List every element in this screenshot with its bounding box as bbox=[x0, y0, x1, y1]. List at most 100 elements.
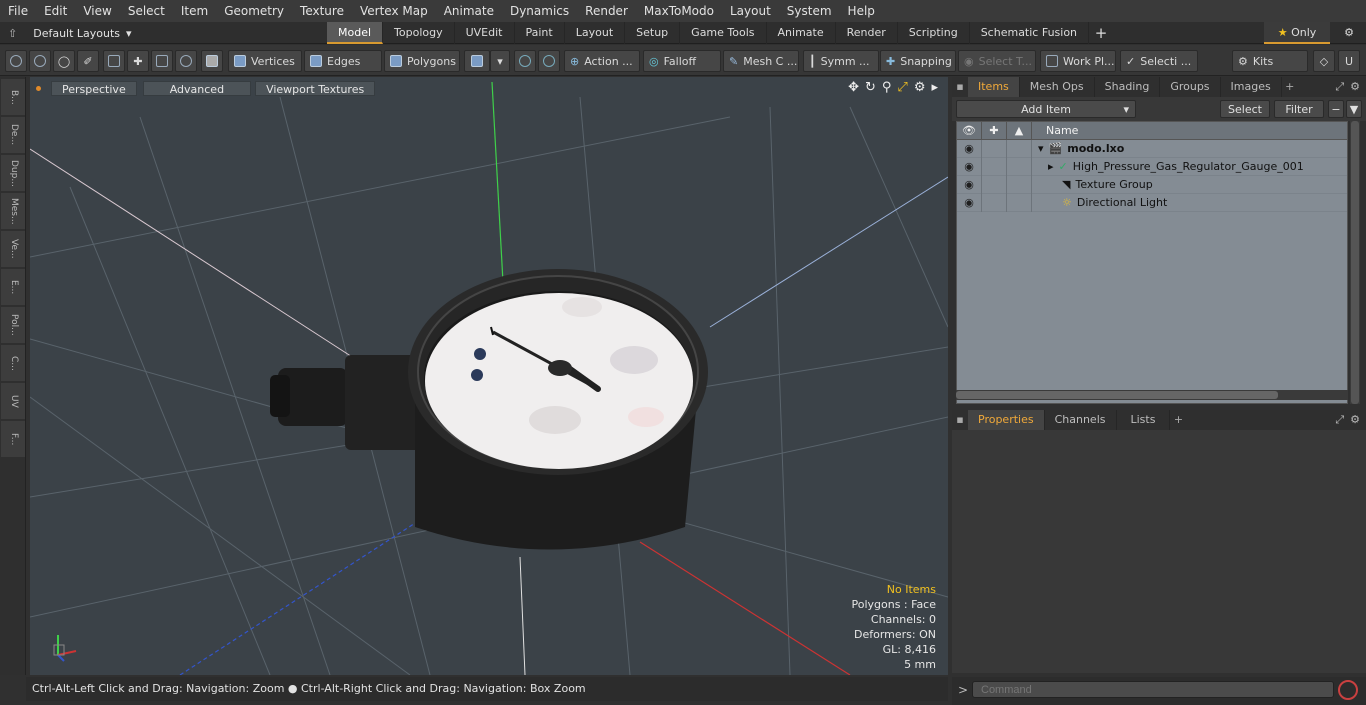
zoom-icon[interactable]: ⚲ bbox=[882, 80, 892, 95]
left-tab-uv[interactable]: UV bbox=[1, 383, 25, 419]
left-tab-fusion[interactable]: F... bbox=[1, 421, 25, 457]
tab-channels[interactable]: Channels bbox=[1045, 410, 1117, 430]
tab-topology[interactable]: Topology bbox=[383, 22, 455, 44]
menu-animate[interactable]: Animate bbox=[436, 4, 502, 18]
tab-setup[interactable]: Setup bbox=[625, 22, 681, 44]
tab-lists[interactable]: Lists bbox=[1117, 410, 1171, 430]
fit-icon[interactable]: ⤢ bbox=[897, 80, 907, 95]
select-through-button[interactable]: ◉ Select T... bbox=[958, 50, 1036, 72]
tree-item[interactable]: ◥ Texture Group bbox=[1032, 178, 1153, 191]
pen-button[interactable]: ◯ bbox=[53, 50, 75, 72]
collapsed-triangle-icon[interactable]: ▸ bbox=[1048, 160, 1054, 173]
menu-edit[interactable]: Edit bbox=[36, 4, 75, 18]
unity-button[interactable]: ◇ bbox=[1313, 50, 1335, 72]
falloff-button[interactable]: ◎ Falloff bbox=[643, 50, 721, 72]
filter-button[interactable]: Filter bbox=[1274, 100, 1324, 118]
tree-item[interactable]: ☼ Directional Light bbox=[1032, 196, 1167, 209]
only-toggle[interactable]: ★ Only bbox=[1264, 22, 1330, 44]
type-column-icon[interactable]: ▲ bbox=[1007, 121, 1032, 140]
tab-images[interactable]: Images bbox=[1221, 77, 1282, 97]
polygons-button[interactable]: Polygons bbox=[384, 50, 460, 72]
tab-groups[interactable]: Groups bbox=[1160, 77, 1221, 97]
tree-item[interactable]: ▸ ✓ High_Pressure_Gas_Regulator_Gauge_00… bbox=[1032, 160, 1304, 173]
vertices-button[interactable]: Vertices bbox=[228, 50, 302, 72]
unreal-button[interactable]: U bbox=[1338, 50, 1360, 72]
tree-row[interactable]: ◉ ◥ Texture Group bbox=[957, 175, 1347, 194]
tree-row[interactable]: ◉ ▾ 🎬 modo.lxo bbox=[957, 139, 1347, 158]
select-button[interactable]: Select bbox=[1220, 100, 1270, 118]
selection-sets-button[interactable]: ✓ Selecti ... bbox=[1120, 50, 1198, 72]
expand-icon[interactable]: ⤢ bbox=[1335, 80, 1344, 94]
left-tab-edge[interactable]: E... bbox=[1, 269, 25, 305]
select-circle-button[interactable] bbox=[5, 50, 27, 72]
left-tab-polygon[interactable]: Pol... bbox=[1, 307, 25, 343]
add-tab-button[interactable]: + bbox=[1089, 22, 1113, 44]
tree-item[interactable]: ▾ 🎬 modo.lxo bbox=[1032, 142, 1124, 155]
globe-button[interactable] bbox=[29, 50, 51, 72]
tree-vertical-scrollbar[interactable] bbox=[1350, 121, 1360, 404]
rotate-icon[interactable]: ↻ bbox=[865, 80, 876, 95]
record-icon[interactable] bbox=[1338, 680, 1358, 700]
tree-row[interactable]: ◉ ▸ ✓ High_Pressure_Gas_Regulator_Gauge_… bbox=[957, 157, 1347, 176]
tree-horizontal-scrollbar[interactable] bbox=[956, 390, 1348, 400]
left-tab-curve[interactable]: C... bbox=[1, 345, 25, 381]
layouts-dropdown[interactable]: ⇧ Default Layouts ▾ bbox=[8, 24, 132, 42]
visibility-column-icon[interactable]: 👁 bbox=[957, 121, 982, 140]
menu-system[interactable]: System bbox=[779, 4, 840, 18]
scroll-thumb[interactable] bbox=[1351, 121, 1359, 404]
viewport-gear-icon[interactable]: ⚙ bbox=[914, 80, 926, 95]
menu-view[interactable]: View bbox=[75, 4, 119, 18]
panel-gear-icon[interactable]: ⚙ bbox=[1350, 80, 1360, 94]
3d-viewport[interactable]: Perspective Advanced Viewport Textures ✥… bbox=[30, 77, 948, 675]
tab-mesh-ops[interactable]: Mesh Ops bbox=[1020, 77, 1095, 97]
eye-icon[interactable]: ◉ bbox=[957, 193, 982, 212]
perspective-button[interactable]: Perspective bbox=[51, 80, 137, 96]
collapse-button[interactable]: − bbox=[1328, 100, 1344, 118]
pan-icon[interactable]: ✥ bbox=[848, 80, 859, 95]
tab-shading[interactable]: Shading bbox=[1095, 77, 1161, 97]
viewport-more-icon[interactable]: ▸ bbox=[931, 80, 938, 95]
item-mode-button[interactable] bbox=[201, 50, 223, 72]
left-tab-duplicate[interactable]: Dup... bbox=[1, 155, 25, 191]
action-center-button[interactable]: ⊕ Action ... bbox=[564, 50, 640, 72]
tab-model[interactable]: Model bbox=[327, 22, 384, 44]
brush-button[interactable]: ✐ bbox=[77, 50, 99, 72]
sym-a-button[interactable] bbox=[514, 50, 536, 72]
eye-icon[interactable]: ◉ bbox=[957, 139, 982, 158]
eye-icon[interactable]: ◉ bbox=[957, 157, 982, 176]
menu-item[interactable]: Item bbox=[173, 4, 216, 18]
add-panel-tab-button[interactable]: + bbox=[1170, 410, 1186, 430]
menu-render[interactable]: Render bbox=[577, 4, 636, 18]
left-tab-deform[interactable]: De... bbox=[1, 117, 25, 153]
command-input[interactable] bbox=[972, 681, 1334, 698]
material-button[interactable] bbox=[464, 50, 490, 72]
tab-render[interactable]: Render bbox=[836, 22, 898, 44]
expanded-triangle-icon[interactable]: ▾ bbox=[1038, 142, 1044, 155]
tab-schematic-fusion[interactable]: Schematic Fusion bbox=[970, 22, 1090, 44]
left-tab-vertex[interactable]: Ve... bbox=[1, 231, 25, 267]
eye-icon[interactable]: ◉ bbox=[957, 175, 982, 194]
menu-geometry[interactable]: Geometry bbox=[216, 4, 292, 18]
sym-b-button[interactable] bbox=[538, 50, 560, 72]
scroll-thumb[interactable] bbox=[956, 391, 1278, 399]
panel-gear-icon[interactable]: ⚙ bbox=[1350, 413, 1360, 427]
menu-select[interactable]: Select bbox=[120, 4, 173, 18]
advanced-button[interactable]: Advanced bbox=[142, 80, 252, 96]
tab-animate[interactable]: Animate bbox=[767, 22, 836, 44]
menu-help[interactable]: Help bbox=[840, 4, 883, 18]
add-panel-tab-button[interactable]: + bbox=[1282, 77, 1298, 97]
lock-column-icon[interactable]: ✚ bbox=[982, 121, 1007, 140]
menu-layout[interactable]: Layout bbox=[722, 4, 779, 18]
tab-uvedit[interactable]: UVEdit bbox=[455, 22, 515, 44]
transform-button[interactable]: ✚ bbox=[127, 50, 149, 72]
clock-button[interactable] bbox=[175, 50, 197, 72]
menu-maxtomodo[interactable]: MaxToModo bbox=[636, 4, 722, 18]
gear-icon[interactable]: ⚙ bbox=[1338, 22, 1360, 44]
viewport-textures-button[interactable]: Viewport Textures bbox=[255, 80, 376, 96]
menu-vertex-map[interactable]: Vertex Map bbox=[352, 4, 436, 18]
mesh-constraint-button[interactable]: ✎ Mesh C ... bbox=[723, 50, 799, 72]
work-plane-button[interactable]: Work Pl... bbox=[1040, 50, 1116, 72]
box-button[interactable] bbox=[151, 50, 173, 72]
edges-button[interactable]: Edges bbox=[304, 50, 382, 72]
viewport-scene[interactable] bbox=[30, 77, 948, 675]
